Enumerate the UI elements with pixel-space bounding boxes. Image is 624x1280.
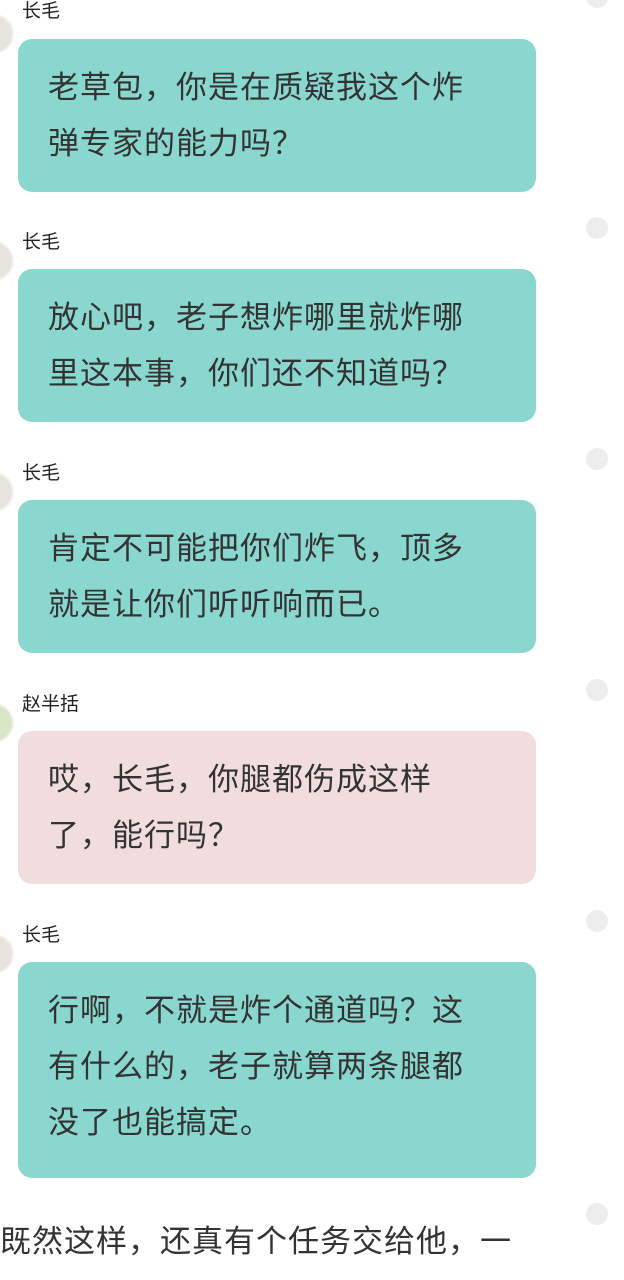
status-dot (586, 448, 608, 470)
message-text-line: 里这本事，你们还不知道吗？ (48, 356, 464, 392)
avatar[interactable] (0, 934, 14, 974)
message-text-line: 没了也能搞定。 (48, 1105, 272, 1141)
message-text-line: 了，能行吗？ (48, 818, 240, 854)
sender-name: 长毛 (22, 231, 61, 253)
message-text-line: 行啊，不就是炸个通道吗？这 (48, 993, 464, 1029)
status-dot (586, 0, 608, 8)
sender-name: 长毛 (22, 0, 61, 22)
message-text-line: 就是让你们听听响而已。 (48, 587, 400, 623)
avatar[interactable] (0, 14, 14, 54)
message-text-line: 有什么的，老子就算两条腿都 (48, 1049, 464, 1085)
status-dot (586, 679, 608, 701)
message-text-line: 哎，长毛，你腿都伤成这样 (48, 762, 432, 798)
avatar[interactable] (0, 472, 14, 512)
message-bubble[interactable]: 肯定不可能把你们炸飞，顶多 就是让你们听听响而已。 (18, 500, 536, 653)
avatar[interactable] (0, 703, 14, 743)
message-text-line: 老草包，你是在质疑我这个炸 (48, 70, 464, 106)
sender-name: 长毛 (22, 924, 61, 946)
message-bubble[interactable]: 老草包，你是在质疑我这个炸 弹专家的能力吗？ (18, 39, 536, 192)
status-dot (586, 1203, 608, 1225)
message-text-line: 肯定不可能把你们炸飞，顶多 (48, 531, 464, 567)
narration-text: 既然这样，还真有个任务交给他，一 (0, 1224, 512, 1260)
sender-name: 赵半括 (22, 693, 80, 715)
status-dot (586, 217, 608, 239)
message-text-line: 弹专家的能力吗？ (48, 126, 304, 162)
message-bubble[interactable]: 行啊，不就是炸个通道吗？这 有什么的，老子就算两条腿都 没了也能搞定。 (18, 962, 536, 1178)
message-text-line: 放心吧，老子想炸哪里就炸哪 (48, 300, 464, 336)
message-bubble[interactable]: 哎，长毛，你腿都伤成这样 了，能行吗？ (18, 731, 536, 884)
chat-page: 长毛 老草包，你是在质疑我这个炸 弹专家的能力吗？ 长毛 放心吧，老子想炸哪里就… (0, 0, 624, 1280)
avatar[interactable] (0, 241, 14, 281)
status-dot (586, 910, 608, 932)
message-bubble[interactable]: 放心吧，老子想炸哪里就炸哪 里这本事，你们还不知道吗？ (18, 269, 536, 422)
sender-name: 长毛 (22, 462, 61, 484)
